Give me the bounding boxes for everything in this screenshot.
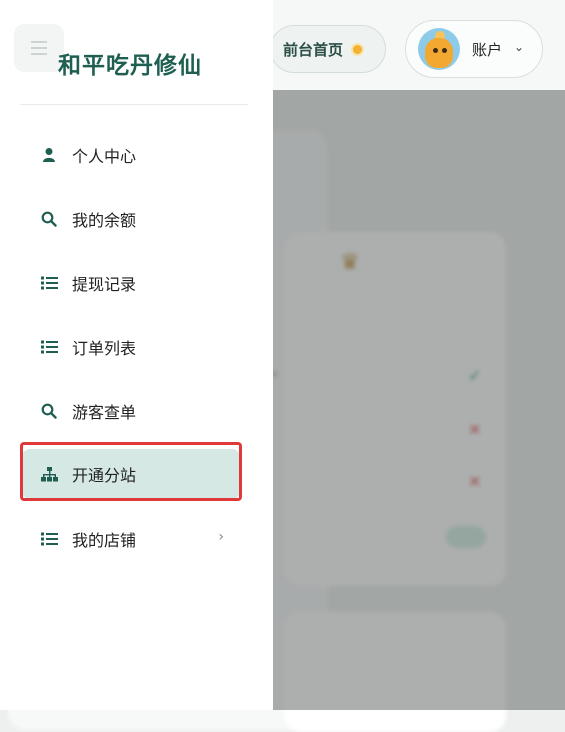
list-icon bbox=[40, 530, 58, 548]
sidebar-item-label: 提现记录 bbox=[72, 275, 137, 294]
sidebar-item-label: 个人中心 bbox=[72, 147, 137, 166]
sidebar-item-balance[interactable]: 我的余额 bbox=[22, 194, 240, 244]
divider bbox=[20, 104, 248, 105]
chevron-right-icon: › bbox=[218, 529, 224, 545]
sidebar-drawer: 和平吃丹修仙 个人中心 我的余额 提现记录 订单列表 游客查单 开通分站 我的店… bbox=[0, 0, 273, 710]
menu-toggle-button[interactable] bbox=[14, 24, 64, 72]
list-icon bbox=[40, 338, 58, 356]
sidebar-item-guest-order-lookup[interactable]: 游客查单 bbox=[22, 386, 240, 436]
sidebar-item-label: 游客查单 bbox=[72, 403, 137, 422]
avatar bbox=[418, 28, 460, 70]
account-menu-button[interactable]: 账户 ⌄ bbox=[405, 20, 543, 78]
sidebar-item-profile[interactable]: 个人中心 bbox=[22, 130, 240, 180]
chevron-down-icon: ⌄ bbox=[514, 40, 525, 54]
search-icon bbox=[40, 402, 58, 420]
account-label: 账户 bbox=[472, 41, 503, 59]
list-icon bbox=[40, 274, 58, 292]
highlight-box bbox=[20, 442, 242, 501]
status-dot-icon bbox=[353, 44, 363, 54]
sidebar-item-label: 订单列表 bbox=[72, 339, 137, 358]
home-button-label: 前台首页 bbox=[283, 40, 344, 59]
sidebar-item-orders[interactable]: 订单列表 bbox=[22, 322, 240, 372]
search-icon bbox=[40, 210, 58, 228]
frontend-home-button[interactable]: 前台首页 bbox=[270, 25, 386, 73]
sidebar-item-withdrawals[interactable]: 提现记录 bbox=[22, 258, 240, 308]
sidebar-item-label: 我的店铺 bbox=[72, 531, 137, 550]
site-brand: 和平吃丹修仙 bbox=[58, 53, 202, 79]
sidebar-item-my-store[interactable]: 我的店铺 › bbox=[22, 514, 240, 564]
person-icon bbox=[40, 146, 58, 164]
sidebar-item-label: 我的余额 bbox=[72, 211, 137, 230]
